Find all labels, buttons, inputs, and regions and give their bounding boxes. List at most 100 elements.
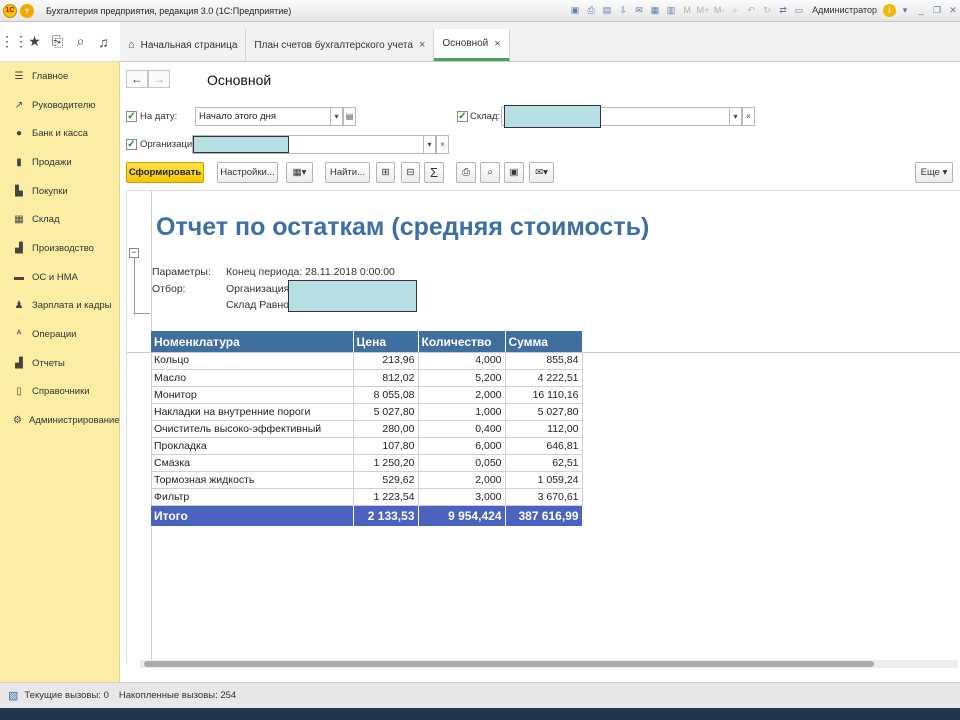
bell-icon[interactable]: ♫	[92, 34, 115, 50]
cell-qty[interactable]: 4,000	[418, 352, 506, 370]
clear-icon[interactable]: ×	[742, 107, 755, 126]
cell-sum[interactable]: 855,84	[505, 352, 583, 370]
chevron-down-icon[interactable]: ▾	[423, 135, 436, 154]
calendar-icon[interactable]: ▦	[648, 3, 662, 17]
link-icon[interactable]: ⇄	[776, 3, 790, 17]
cell-qty[interactable]: 3,000	[418, 488, 506, 506]
cell-name[interactable]: Тормозная жидкость	[151, 471, 354, 489]
cell-name[interactable]: Прокладка	[151, 437, 354, 455]
cell-price[interactable]: 529,62	[353, 471, 419, 489]
table-row[interactable]: Накладки на внутренние пороги 5 027,80 1,0…	[151, 403, 583, 421]
generate-button[interactable]: Сформировать	[126, 162, 204, 183]
cell-qty[interactable]: 0,050	[418, 454, 506, 472]
memory-mplus-icon[interactable]: M+	[696, 3, 710, 17]
preview-icon[interactable]: ⌕	[480, 162, 500, 183]
cell-price[interactable]: 213,96	[353, 352, 419, 370]
save-icon[interactable]: ▣	[504, 162, 524, 183]
chevron-down-icon[interactable]: ▾	[729, 107, 742, 126]
sum-icon[interactable]: Σ	[424, 162, 444, 183]
search-icon[interactable]: ⌕	[728, 3, 742, 17]
total-qty[interactable]: 9 954,424	[418, 505, 506, 527]
cell-price[interactable]: 1 223,54	[353, 488, 419, 506]
close-icon[interactable]: ×	[494, 38, 500, 50]
sidebar-item-main[interactable]: ☰ Главное	[0, 62, 119, 91]
minimize-icon[interactable]: _	[914, 3, 928, 17]
window-icon[interactable]: ▭	[792, 3, 806, 17]
table-row[interactable]: Фильтр 1 223,54 3,000 3 670,61	[151, 488, 583, 506]
cell-sum[interactable]: 16 110,16	[505, 386, 583, 404]
cell-sum[interactable]: 4 222,51	[505, 369, 583, 387]
sidebar-item-purchases[interactable]: ▙ Покупки	[0, 177, 119, 206]
chevron-down-icon[interactable]: ▾	[330, 107, 343, 126]
sidebar-item-reports[interactable]: ▟ Отчеты	[0, 349, 119, 378]
table-row[interactable]: Тормозная жидкость 529,62 2,000 1 059,24	[151, 471, 583, 489]
sidebar-item-manager[interactable]: ↗ Руководителю	[0, 91, 119, 120]
close-icon[interactable]: ×	[419, 39, 425, 51]
memory-m-icon[interactable]: M	[680, 3, 694, 17]
preview-icon[interactable]: ▤	[600, 3, 614, 17]
save-icon[interactable]: ▣	[568, 3, 582, 17]
find-button[interactable]: Найти...	[325, 162, 370, 183]
cell-name[interactable]: Монитор	[151, 386, 354, 404]
cell-qty[interactable]: 2,000	[418, 386, 506, 404]
tab-main[interactable]: Основной ×	[434, 29, 510, 61]
cell-price[interactable]: 280,00	[353, 420, 419, 438]
restore-icon[interactable]: ❐	[930, 3, 944, 17]
cell-price[interactable]: 1 250,20	[353, 454, 419, 472]
sidebar-item-payroll[interactable]: ♟ Зарплата и кадры	[0, 292, 119, 321]
cell-qty[interactable]: 0,400	[418, 420, 506, 438]
warehouse-checkbox[interactable]: ✓	[457, 111, 468, 122]
org-checkbox[interactable]: ✓	[126, 139, 137, 150]
sidebar-item-catalogs[interactable]: ▯ Справочники	[0, 378, 119, 407]
table-row[interactable]: Монитор 8 055,08 2,000 16 110,16	[151, 386, 583, 404]
main-menu-icon[interactable]: ▾	[20, 3, 34, 18]
cell-name[interactable]: Фильтр	[151, 488, 354, 506]
scrollbar-thumb[interactable]	[144, 661, 874, 667]
cell-sum[interactable]: 646,81	[505, 437, 583, 455]
cell-name[interactable]: Кольцо	[151, 352, 354, 370]
tab-chart-of-accounts[interactable]: План счетов бухгалтерского учета ×	[246, 29, 435, 61]
table-row[interactable]: Прокладка 107,80 6,000 646,81	[151, 437, 583, 455]
total-sum[interactable]: 387 616,99	[505, 505, 583, 527]
variants-dropdown-button[interactable]: ▦▾	[286, 162, 313, 183]
cell-name[interactable]: Смазка	[151, 454, 354, 472]
user-name[interactable]: Администратор	[812, 5, 877, 15]
cell-qty[interactable]: 6,000	[418, 437, 506, 455]
collapse-groups-icon[interactable]: ⊟	[401, 162, 420, 183]
calendar-icon[interactable]: ▤	[343, 107, 356, 126]
clear-icon[interactable]: ×	[436, 135, 449, 154]
cell-name[interactable]: Очиститель высоко-эффективный	[151, 420, 354, 438]
table-row[interactable]: Кольцо 213,96 4,000 855,84	[151, 352, 583, 370]
close-icon[interactable]: ✕	[946, 3, 960, 17]
back-icon[interactable]: ↶	[744, 3, 758, 17]
cell-sum[interactable]: 5 027,80	[505, 403, 583, 421]
calculator-icon[interactable]: ▥	[664, 3, 678, 17]
cell-qty[interactable]: 5,200	[418, 369, 506, 387]
cell-price[interactable]: 5 027,80	[353, 403, 419, 421]
print-icon[interactable]: ⎙	[584, 3, 598, 17]
sidebar-item-sales[interactable]: ▮ Продажи	[0, 148, 119, 177]
cell-sum[interactable]: 1 059,24	[505, 471, 583, 489]
sidebar-item-assets[interactable]: ▬ ОС и НМА	[0, 263, 119, 292]
attach-icon[interactable]: ⇩	[616, 3, 630, 17]
total-label[interactable]: Итого	[151, 505, 354, 527]
date-checkbox[interactable]: ✓	[126, 111, 137, 122]
expand-groups-icon[interactable]: ⊞	[376, 162, 395, 183]
sidebar-item-bank[interactable]: ● Банк и касса	[0, 119, 119, 148]
mail-icon[interactable]: ✉	[632, 3, 646, 17]
cell-sum[interactable]: 112,00	[505, 420, 583, 438]
table-row[interactable]: Смазка 1 250,20 0,050 62,51	[151, 454, 583, 472]
cell-price[interactable]: 107,80	[353, 437, 419, 455]
cell-sum[interactable]: 3 670,61	[505, 488, 583, 506]
print-icon[interactable]: ⎙	[456, 162, 476, 183]
cell-price[interactable]: 8 055,08	[353, 386, 419, 404]
report-document[interactable]: − Отчет по остаткам (средняя стоимость) …	[126, 190, 960, 664]
history-icon[interactable]: ⎘	[46, 33, 69, 50]
cell-qty[interactable]: 1,000	[418, 403, 506, 421]
cell-name[interactable]: Накладки на внутренние пороги	[151, 403, 354, 421]
forward-button[interactable]: →	[148, 70, 170, 88]
table-row[interactable]: Масло 812,02 5,200 4 222,51	[151, 369, 583, 387]
back-button[interactable]: ←	[126, 70, 148, 88]
sidebar-item-operations[interactable]: ᴬ Операции	[0, 320, 119, 349]
refresh-icon[interactable]: ↻	[760, 3, 774, 17]
